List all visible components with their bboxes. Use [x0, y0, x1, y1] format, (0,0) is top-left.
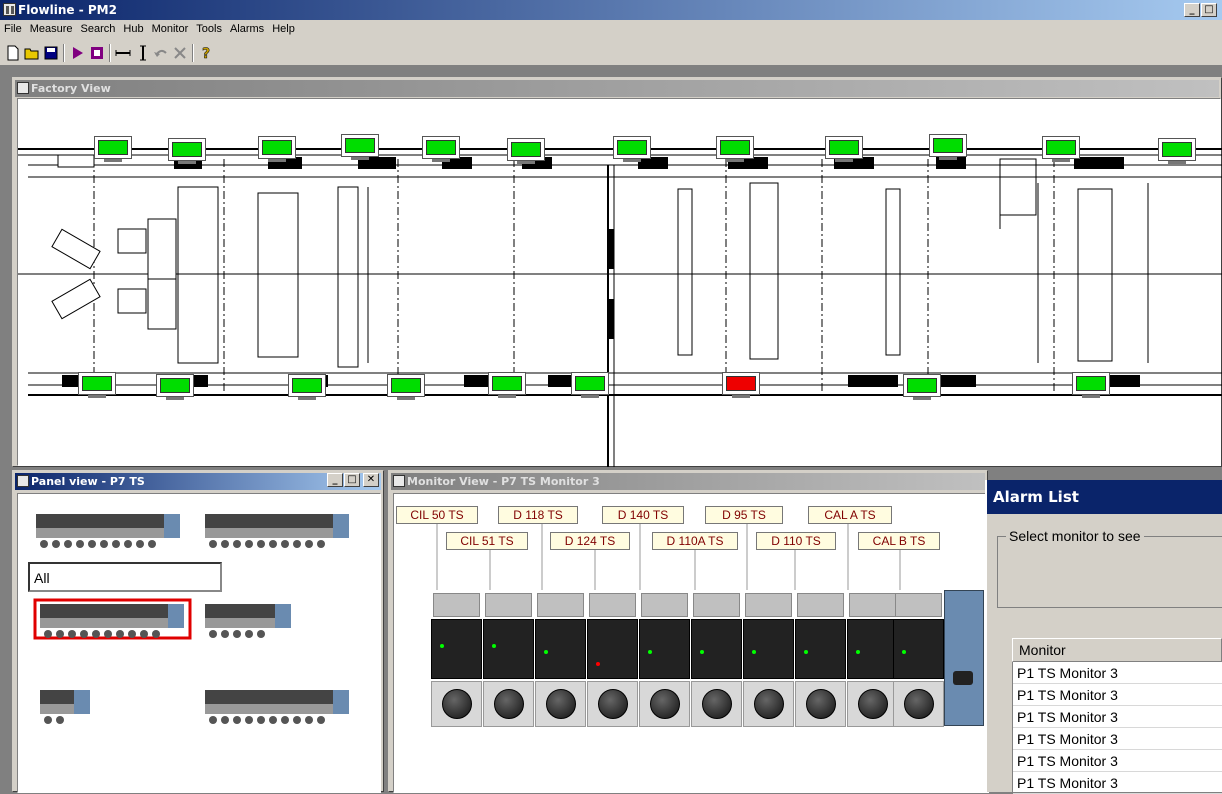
knob-icon	[754, 689, 784, 719]
monitor-select-group: Select monitor to see	[997, 528, 1222, 608]
sensor-module-alarm[interactable]	[587, 593, 638, 728]
knob-icon	[650, 689, 680, 719]
sensor-tag[interactable]: CAL B TS	[858, 532, 940, 550]
sensor-tag[interactable]: CIL 51 TS	[446, 532, 528, 550]
set-button[interactable]	[953, 671, 973, 685]
knob-icon	[904, 689, 934, 719]
sensor-module[interactable]	[743, 593, 794, 728]
knob-icon	[598, 689, 628, 719]
monitor-select-label: Select monitor to see	[1006, 528, 1144, 544]
sensor-module[interactable]	[847, 593, 898, 728]
sensor-tag[interactable]: D 110 TS	[756, 532, 836, 550]
sensor-module[interactable]	[893, 593, 944, 728]
table-row[interactable]: P1 TS Monitor 3	[1013, 728, 1222, 750]
knob-icon	[494, 689, 524, 719]
monitor-select-dropdown[interactable]: All	[28, 562, 222, 592]
table-row[interactable]: P1 TS Monitor 3	[1013, 706, 1222, 728]
sensor-tag[interactable]: D 140 TS	[602, 506, 684, 524]
sensor-module[interactable]	[691, 593, 742, 728]
sensor-module[interactable]	[431, 593, 482, 728]
sensor-tag[interactable]: D 95 TS	[705, 506, 783, 524]
table-row[interactable]: P1 TS Monitor 3	[1013, 772, 1222, 794]
control-unit[interactable]	[944, 590, 984, 726]
monitor-icon[interactable]	[1158, 138, 1196, 164]
sensor-module[interactable]	[535, 593, 586, 728]
maximize-button[interactable]: □	[1201, 3, 1217, 17]
sensor-tag[interactable]: D 124 TS	[550, 532, 630, 550]
table-row[interactable]: P1 TS Monitor 3	[1013, 684, 1222, 706]
knob-icon	[442, 689, 472, 719]
monitor-icon[interactable]	[1072, 372, 1110, 398]
sensor-tag[interactable]: CIL 50 TS	[396, 506, 478, 524]
sensor-module[interactable]	[483, 593, 534, 728]
knob-icon	[702, 689, 732, 719]
table-row[interactable]: P1 TS Monitor 3	[1013, 750, 1222, 772]
knob-icon	[546, 689, 576, 719]
sensor-tag[interactable]: D 110A TS	[652, 532, 738, 550]
column-header-monitor[interactable]: Monitor	[1012, 638, 1222, 662]
monitor-icon[interactable]	[1042, 136, 1080, 162]
knob-icon	[806, 689, 836, 719]
minimize-button[interactable]: _	[1184, 3, 1200, 17]
alarm-list-title: Alarm List	[987, 480, 1222, 514]
table-row[interactable]: P1 TS Monitor 3	[1013, 662, 1222, 684]
sensor-module[interactable]	[639, 593, 690, 728]
knob-icon	[858, 689, 888, 719]
sensor-tag[interactable]: D 118 TS	[498, 506, 578, 524]
sensor-tag[interactable]: CAL A TS	[808, 506, 892, 524]
sensor-module[interactable]	[795, 593, 846, 728]
alarm-list-table: P1 TS Monitor 3 P1 TS Monitor 3 P1 TS Mo…	[1012, 662, 1222, 794]
